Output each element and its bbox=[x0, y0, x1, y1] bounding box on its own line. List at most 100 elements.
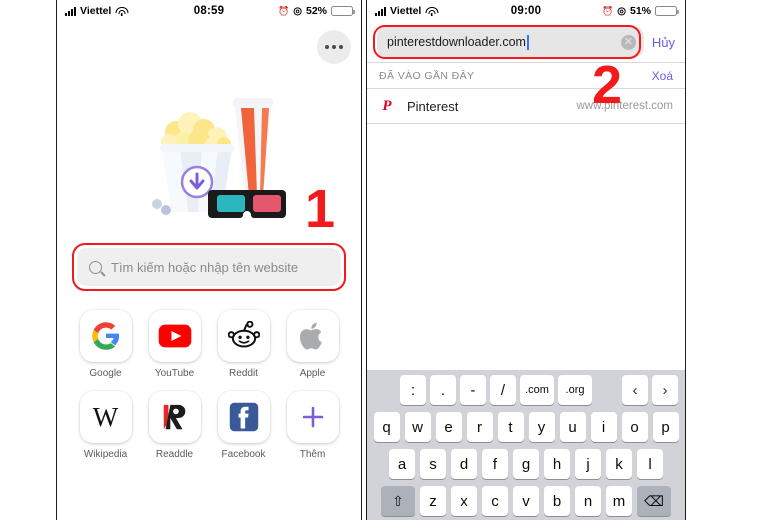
recent-section-title: ĐÃ VÀO GẦN ĐÂY bbox=[379, 69, 475, 82]
pinterest-logo: P bbox=[382, 97, 392, 114]
key-i[interactable]: i bbox=[590, 412, 617, 442]
key-c[interactable]: c bbox=[482, 486, 508, 516]
key-dot-com[interactable]: .com bbox=[520, 375, 554, 405]
key-v[interactable]: v bbox=[513, 486, 539, 516]
annotation-number-2: 2 bbox=[592, 55, 623, 115]
favorite-label: Thêm bbox=[299, 449, 326, 460]
battery-icon bbox=[655, 6, 679, 16]
favorite-label: Wikipedia bbox=[83, 449, 128, 460]
youtube-logo bbox=[148, 310, 201, 362]
search-icon bbox=[89, 260, 102, 274]
favorite-wikipedia[interactable]: W Wikipedia bbox=[71, 391, 140, 460]
key-u[interactable]: u bbox=[559, 412, 586, 442]
favorite-label: Reddit bbox=[229, 368, 258, 379]
readdle-logo bbox=[148, 391, 201, 443]
favorite-readdle[interactable]: Readdle bbox=[140, 391, 209, 460]
key-colon[interactable]: : bbox=[400, 375, 426, 405]
key-b[interactable]: b bbox=[544, 486, 570, 516]
favorite-label: Google bbox=[89, 368, 122, 379]
safari-start-page: 1 Tìm kiếm hoặc nhập tên website Google … bbox=[57, 22, 361, 520]
start-page-search-field[interactable]: Tìm kiếm hoặc nhập tên website bbox=[72, 243, 346, 291]
favorite-google[interactable]: Google bbox=[71, 310, 140, 379]
battery-icon bbox=[331, 6, 355, 16]
key-hyphen[interactable]: - bbox=[460, 375, 486, 405]
favorite-facebook[interactable]: Facebook bbox=[209, 391, 278, 460]
keyboard-row-1: q w e r t y u i o p bbox=[370, 412, 682, 442]
key-h[interactable]: h bbox=[544, 449, 570, 479]
key-k[interactable]: k bbox=[606, 449, 632, 479]
key-slash[interactable]: / bbox=[490, 375, 516, 405]
alarm-clock-icon: ⏰ bbox=[278, 5, 290, 16]
key-q[interactable]: q bbox=[373, 412, 400, 442]
facebook-logo bbox=[217, 391, 270, 443]
history-item-pinterest[interactable]: P Pinterest www.pinterest.com bbox=[367, 88, 685, 124]
favorite-reddit[interactable]: Reddit bbox=[209, 310, 278, 379]
delete-key-icon[interactable]: ⌫ bbox=[637, 486, 671, 516]
key-o[interactable]: o bbox=[621, 412, 648, 442]
previous-field-button[interactable]: ‹ bbox=[622, 375, 648, 405]
alarm-clock-icon: ⏰ bbox=[602, 5, 614, 16]
clear-history-button[interactable]: Xoá bbox=[652, 69, 673, 83]
popcorn-soda-3dglasses-download-illustration bbox=[152, 98, 286, 218]
key-y[interactable]: y bbox=[528, 412, 555, 442]
google-logo bbox=[79, 310, 132, 362]
favorite-youtube[interactable]: YouTube bbox=[140, 310, 209, 379]
key-j[interactable]: j bbox=[575, 449, 601, 479]
text-cursor bbox=[526, 34, 529, 50]
annotation-number-1: 1 bbox=[305, 179, 336, 239]
plus-icon bbox=[286, 391, 339, 443]
left-phone-screenshot: Viettel 08:59 ⏰ ◎ 52% 1 Tìm kiếm hoặc nh… bbox=[56, 0, 362, 520]
on-screen-keyboard: : . - / .com .org ‹ › q w e r t y u i o bbox=[367, 370, 685, 520]
wikipedia-logo: W bbox=[79, 391, 132, 443]
key-g[interactable]: g bbox=[513, 449, 539, 479]
key-n[interactable]: n bbox=[575, 486, 601, 516]
key-m[interactable]: m bbox=[606, 486, 632, 516]
battery-percent-label: 52% bbox=[305, 5, 327, 17]
key-dot-org[interactable]: .org bbox=[558, 375, 592, 405]
key-x[interactable]: x bbox=[451, 486, 477, 516]
recent-section-header: ĐÃ VÀO GẦN ĐÂY Xoá bbox=[367, 62, 685, 88]
key-s[interactable]: s bbox=[420, 449, 446, 479]
favorite-add-more[interactable]: Thêm bbox=[278, 391, 347, 460]
keyboard-row-3: ⇧ z x c v b n m ⌫ bbox=[370, 486, 682, 516]
location-services-icon: ◎ bbox=[617, 5, 626, 17]
apple-logo bbox=[286, 310, 339, 362]
key-w[interactable]: w bbox=[404, 412, 431, 442]
keyboard-row-2: a s d f g h j k l bbox=[370, 449, 682, 479]
history-item-title: Pinterest bbox=[407, 98, 459, 114]
next-field-button[interactable]: › bbox=[652, 375, 678, 405]
favorite-label: YouTube bbox=[154, 368, 195, 379]
status-right-group: ⏰ ◎ 51% bbox=[602, 5, 679, 17]
history-item-url: www.pinterest.com bbox=[576, 100, 673, 112]
address-bar-row: pinterestdownloader.com ✕ Hủy bbox=[367, 22, 685, 62]
cancel-button[interactable]: Hủy bbox=[652, 35, 677, 50]
key-f[interactable]: f bbox=[482, 449, 508, 479]
right-phone-screenshot: Viettel 09:00 ⏰ ◎ 51% pinterestdownloade… bbox=[366, 0, 686, 520]
key-l[interactable]: l bbox=[637, 449, 663, 479]
key-p[interactable]: p bbox=[652, 412, 679, 442]
favorite-label: Facebook bbox=[221, 449, 266, 460]
reddit-logo bbox=[217, 310, 270, 362]
key-z[interactable]: z bbox=[420, 486, 446, 516]
left-status-bar: Viettel 08:59 ⏰ ◎ 52% bbox=[57, 0, 361, 22]
key-r[interactable]: r bbox=[466, 412, 493, 442]
key-a[interactable]: a bbox=[389, 449, 415, 479]
location-services-icon: ◎ bbox=[293, 5, 302, 17]
more-options-icon[interactable] bbox=[317, 30, 351, 64]
screenshot-canvas: Viettel 08:59 ⏰ ◎ 52% 1 Tìm kiếm hoặc nh… bbox=[0, 0, 780, 520]
key-t[interactable]: t bbox=[497, 412, 524, 442]
url-input[interactable]: pinterestdownloader.com ✕ bbox=[377, 27, 644, 57]
favorites-grid: Google YouTube Reddit Apple W Wikipedia … bbox=[71, 310, 347, 460]
url-input-value: pinterestdownloader.com bbox=[387, 35, 526, 49]
key-d[interactable]: d bbox=[451, 449, 477, 479]
status-right-group: ⏰ ◎ 52% bbox=[278, 5, 355, 17]
favorite-apple[interactable]: Apple bbox=[278, 310, 347, 379]
search-placeholder: Tìm kiếm hoặc nhập tên website bbox=[111, 259, 299, 275]
shift-key-icon[interactable]: ⇧ bbox=[381, 486, 415, 516]
key-e[interactable]: e bbox=[435, 412, 462, 442]
right-status-bar: Viettel 09:00 ⏰ ◎ 51% bbox=[367, 0, 685, 22]
key-period[interactable]: . bbox=[430, 375, 456, 405]
battery-percent-label: 51% bbox=[629, 5, 651, 17]
clear-text-icon[interactable]: ✕ bbox=[620, 34, 636, 50]
favorite-label: Apple bbox=[299, 368, 326, 379]
